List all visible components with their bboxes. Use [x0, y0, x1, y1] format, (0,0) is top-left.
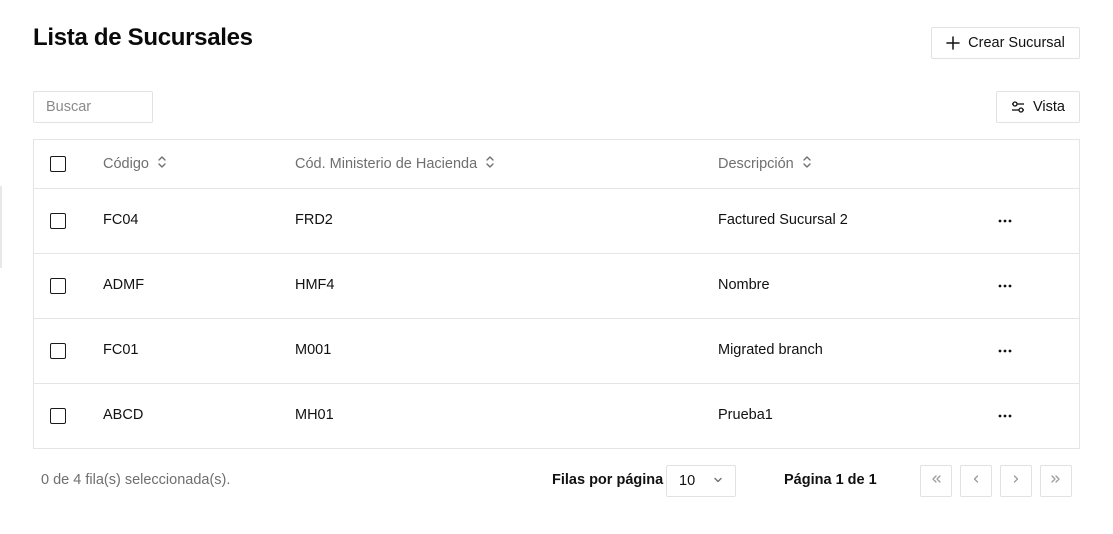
chevron-down-icon — [713, 473, 723, 489]
previous-page-button[interactable] — [960, 465, 992, 497]
cell-code: FC04 — [103, 212, 139, 228]
plus-icon — [946, 36, 960, 50]
chevron-right-icon — [1010, 472, 1022, 490]
column-header-label: Cód. Ministerio de Hacienda — [295, 156, 478, 172]
search-input[interactable] — [33, 91, 153, 123]
page-indicator: Página 1 de 1 — [784, 472, 877, 488]
create-branch-label: Crear Sucursal — [968, 35, 1065, 51]
chevron-left-icon — [970, 472, 982, 490]
table-row[interactable]: ABCD MH01 Prueba1 — [34, 384, 1079, 449]
table-row[interactable]: FC04 FRD2 Factured Sucursal 2 — [34, 189, 1079, 254]
table-row[interactable]: ADMF HMF4 Nombre — [34, 254, 1079, 319]
column-header-description[interactable]: Descripción — [718, 155, 812, 173]
cell-code: ABCD — [103, 407, 144, 423]
column-header-label: Código — [103, 156, 149, 172]
first-page-button[interactable] — [920, 465, 952, 497]
row-checkbox[interactable] — [50, 278, 66, 294]
cell-ministry-code: FRD2 — [295, 212, 333, 228]
select-all-checkbox[interactable] — [50, 156, 66, 172]
cell-ministry-code: M001 — [295, 342, 332, 358]
cell-code: FC01 — [103, 342, 139, 358]
rows-per-page-label: Filas por página — [552, 472, 664, 488]
cell-description: Migrated branch — [718, 342, 823, 358]
row-checkbox[interactable] — [50, 343, 66, 359]
row-checkbox[interactable] — [50, 213, 66, 229]
rows-per-page-select[interactable]: 10 — [666, 465, 736, 497]
create-branch-button[interactable]: Crear Sucursal — [931, 27, 1080, 59]
view-options-button[interactable]: Vista — [996, 91, 1080, 123]
view-options-label: Vista — [1033, 99, 1065, 115]
cell-ministry-code: MH01 — [295, 407, 334, 423]
row-checkbox[interactable] — [50, 408, 66, 424]
sort-icon — [157, 155, 167, 173]
rows-per-page-value: 10 — [679, 473, 696, 489]
chevrons-right-icon — [1050, 472, 1062, 490]
branches-table: Código Cód. Ministerio de Hacienda Descr… — [33, 139, 1080, 449]
page-title: Lista de Sucursales — [33, 24, 253, 51]
more-horizontal-icon[interactable] — [992, 339, 1018, 363]
table-row[interactable]: FC01 M001 Migrated branch — [34, 319, 1079, 384]
next-page-button[interactable] — [1000, 465, 1032, 497]
cell-description: Nombre — [718, 277, 770, 293]
cell-description: Factured Sucursal 2 — [718, 212, 848, 228]
sidebar-edge — [0, 186, 2, 268]
column-header-code[interactable]: Código — [103, 155, 167, 173]
more-horizontal-icon[interactable] — [992, 209, 1018, 233]
cell-ministry-code: HMF4 — [295, 277, 335, 293]
column-header-ministry-code[interactable]: Cód. Ministerio de Hacienda — [295, 155, 495, 173]
more-horizontal-icon[interactable] — [992, 274, 1018, 298]
more-horizontal-icon[interactable] — [992, 404, 1018, 428]
cell-code: ADMF — [103, 277, 145, 293]
last-page-button[interactable] — [1040, 465, 1072, 497]
table-header-row: Código Cód. Ministerio de Hacienda Descr… — [34, 140, 1079, 189]
sliders-icon — [1011, 100, 1025, 114]
cell-description: Prueba1 — [718, 407, 773, 423]
sort-icon — [485, 155, 495, 173]
column-header-label: Descripción — [718, 156, 794, 172]
sort-icon — [802, 155, 812, 173]
chevrons-left-icon — [930, 472, 942, 490]
selection-status: 0 de 4 fila(s) seleccionada(s). — [41, 472, 231, 488]
